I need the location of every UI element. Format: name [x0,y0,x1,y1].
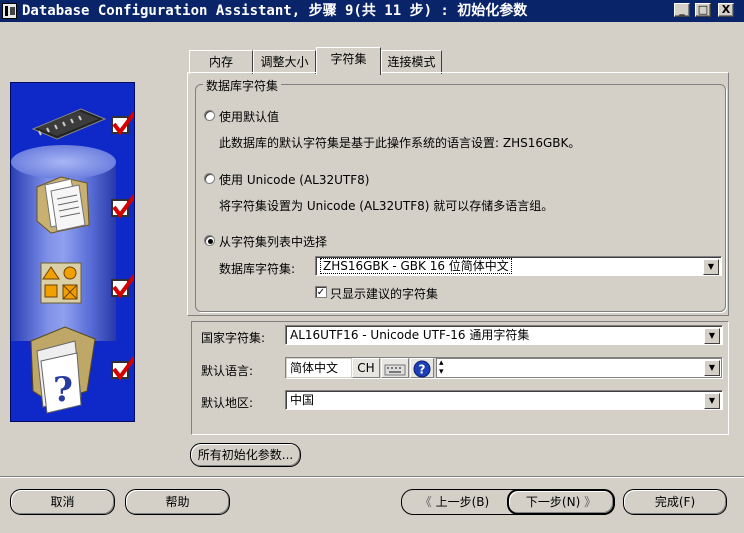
radio-use-unicode-label[interactable]: 使用 Unicode (AL32UTF8) [219,171,369,188]
default-territory-select[interactable]: 中国 ▼ [285,390,723,410]
radio-choose-from-list-label[interactable]: 从字符集列表中选择 [219,233,327,250]
shapes-icon [40,262,82,304]
keyboard-icon[interactable] [381,358,409,378]
maximize-button[interactable]: □ [695,3,711,17]
all-init-params-button[interactable]: 所有初始化参数... [190,443,301,467]
svg-text:?: ? [419,363,426,377]
show-recommended-checkbox[interactable]: ✓ [315,286,327,298]
default-territory-dropdown-icon[interactable]: ▼ [704,393,720,409]
default-territory-label: 默认地区: [201,396,254,410]
tab-sizing[interactable]: 调整大小 [253,50,316,74]
tab-memory[interactable]: 内存 [189,50,253,74]
tab-charset[interactable]: 字符集 [316,47,381,75]
wizard-illustration: ? [10,82,135,422]
step-check-4-icon [111,355,134,381]
folder-documents-icon [36,176,90,234]
cancel-button[interactable]: 取消 [10,489,115,515]
db-charset-dropdown-icon[interactable]: ▼ [703,259,719,275]
back-button[interactable]: 《 上一步(B) [402,490,507,514]
national-charset-label: 国家字符集: [201,331,266,345]
default-language-label: 默认语言: [201,364,254,378]
default-language-value: 简体中文 [287,359,351,377]
step-check-1-icon [111,110,134,136]
radio-choose-from-list[interactable] [204,235,215,246]
national-charset-value: AL16UTF16 - Unicode UTF-16 通用字符集 [290,328,530,342]
radio-use-default[interactable] [204,110,215,121]
step-check-2-icon [111,193,134,219]
window-title: Database Configuration Assistant, 步骤 9(共… [22,3,528,19]
radio-use-default-label[interactable]: 使用默认值 [219,108,279,125]
default-language-dropdown-icon[interactable]: ▼ [704,360,720,376]
national-charset-dropdown-icon[interactable]: ▼ [704,328,720,344]
help-circle-icon[interactable]: ? [410,358,434,378]
help-button[interactable]: 帮助 [125,489,230,515]
chevron-left-icon: 《 [419,495,432,509]
show-recommended-label[interactable]: 只显示建议的字符集 [330,285,438,302]
ime-mode-field[interactable]: ▴ ▾ [436,358,722,378]
title-bar[interactable]: Database Configuration Assistant, 步骤 9(共… [0,0,744,22]
back-button-label: 上一步(B) [435,495,490,509]
app-icon [2,3,17,19]
finish-button[interactable]: 完成(F) [623,489,727,515]
db-charset-label: 数据库字符集: [219,262,296,276]
default-charset-description: 此数据库的默认字符集是基于此操作系统的语言设置: ZHS16GBK。 [219,136,581,150]
step-check-3-icon [111,273,134,299]
chevron-right-icon: 》 [584,495,597,509]
tab-connection-mode[interactable]: 连接模式 [381,50,442,74]
ime-spin-icon[interactable]: ▴ ▾ [439,359,444,377]
next-button-label: 下一步(N) [525,495,581,509]
close-button[interactable]: X [718,3,734,17]
unicode-charset-description: 将字符集设置为 Unicode (AL32UTF8) 就可以存储多语言组。 [219,199,554,213]
next-button[interactable]: 下一步(N) 》 [507,489,615,515]
minimize-button[interactable]: _ [674,3,690,17]
default-territory-value: 中国 [290,393,315,407]
svg-text:?: ? [53,370,73,410]
national-charset-select[interactable]: AL16UTF16 - Unicode UTF-16 通用字符集 ▼ [285,325,723,345]
default-language-select[interactable]: 简体中文 CH ? ▴ ▾ ▼ [285,357,723,379]
radio-use-unicode[interactable] [204,173,215,184]
db-charset-value: ZHS16GBK - GBK 16 位简体中文 [320,258,512,274]
db-charset-select[interactable]: ZHS16GBK - GBK 16 位简体中文 ▼ [315,256,722,276]
memory-chip-icon [31,108,107,140]
language-code-button[interactable]: CH [352,358,380,378]
footer-separator [0,476,744,478]
charset-group-legend: 数据库字符集 [203,77,282,94]
help-document-icon: ? [30,326,96,414]
